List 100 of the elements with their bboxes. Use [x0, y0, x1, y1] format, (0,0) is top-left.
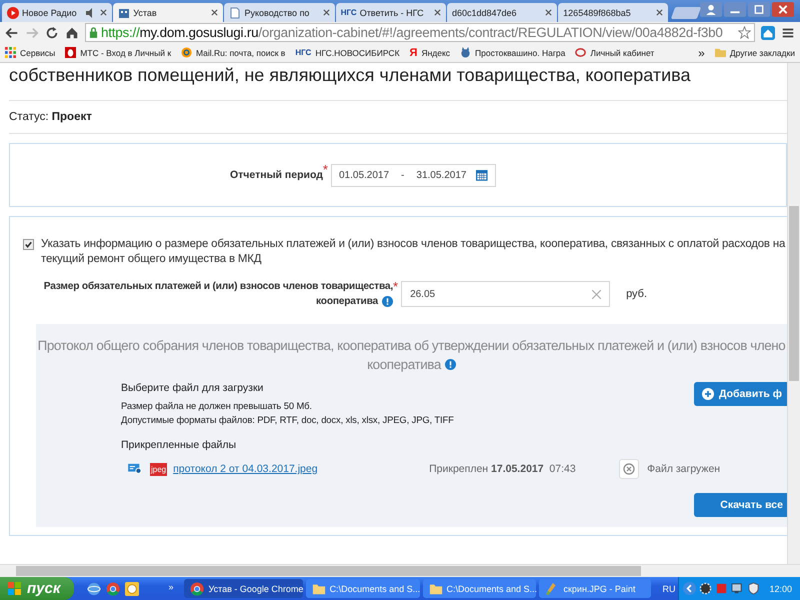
status-label: Статус: [9, 111, 49, 123]
download-all-button[interactable]: Скачать все [694, 493, 787, 517]
more-bookmarks-button[interactable]: » [698, 46, 705, 60]
folder-icon [312, 582, 326, 596]
section-title: кооператива [367, 356, 441, 374]
chrome-icon [190, 582, 204, 596]
taskbar-window[interactable]: C:\Documents and S... [422, 579, 536, 598]
bookmark-label: МТС - Вход в Личный к [80, 48, 172, 58]
vertical-scrollbar[interactable] [787, 63, 800, 564]
taskbar-window[interactable]: C:\Documents and S... [306, 579, 420, 598]
ring-icon [575, 47, 586, 58]
bookmark-label: Сервисы [20, 48, 56, 58]
gear-icon[interactable] [699, 582, 712, 595]
bookmark[interactable]: Сервисы [5, 47, 56, 58]
folder-icon [428, 582, 443, 596]
star-icon[interactable] [738, 26, 751, 39]
close-icon[interactable] [100, 9, 108, 16]
clock-icon[interactable] [125, 582, 140, 596]
shield-icon[interactable] [747, 582, 760, 595]
plus-icon [702, 388, 714, 400]
reload-icon[interactable] [45, 26, 59, 40]
amount-input[interactable]: 26.05 [401, 281, 610, 307]
field-label: Размер обязательных платежей и (или) взносов членов товарищества, [44, 280, 393, 294]
language-indicator[interactable]: RU [662, 584, 676, 594]
add-file-button[interactable]: Добавить ф [694, 382, 787, 406]
tab-title: Руководство по [244, 8, 310, 18]
required-mark: * [393, 279, 398, 294]
browser-tab[interactable]: Устав [113, 3, 224, 22]
info-icon[interactable] [444, 359, 456, 370]
window-title: C:\Documents and S... [446, 584, 538, 594]
attached-files-label: Прикрепленные файлы [120, 439, 238, 451]
monitor-icon[interactable] [731, 582, 744, 595]
file-link[interactable]: протокол 2 от 04.03.2017.jpeg [173, 463, 430, 475]
bookmark[interactable]: МТС - Вход в Личный к [65, 47, 172, 58]
required-mark: * [322, 162, 328, 177]
clock-text: 12:00 [769, 584, 792, 594]
bookmark-folder[interactable]: Другие закладки [714, 47, 795, 58]
browser-tab[interactable]: Руководство по [224, 3, 335, 22]
bookmark-label: Личный кабинет [590, 48, 654, 58]
browser-tab[interactable]: d60c1dd847de6 [446, 3, 558, 22]
chrome-icon[interactable] [106, 582, 120, 596]
bookmark[interactable]: Mail.Ru: почта, поиск в [181, 47, 286, 58]
new-tab-button[interactable] [671, 7, 702, 19]
lock-icon [89, 27, 98, 38]
close-circle-icon [623, 463, 636, 475]
checkbox[interactable] [23, 239, 34, 250]
bookmark[interactable]: Личный кабинет [575, 47, 654, 58]
taskbar-window[interactable]: скрин.JPG - Paint [539, 579, 652, 598]
browser-tab[interactable]: 1265489f868ba5 [558, 3, 668, 22]
upload-status: Файл загружен [647, 463, 720, 475]
horizontal-scrollbar[interactable] [0, 564, 800, 577]
close-icon[interactable] [434, 9, 441, 16]
formats-note: Допустимые форматы файлов: PDF, RTF, doc, docx, xls, xlsx, JPEG, JPG, TIFF [121, 414, 455, 425]
back-arrow-icon[interactable] [5, 26, 19, 40]
close-icon[interactable] [656, 9, 664, 16]
windows-flag-icon [8, 582, 22, 596]
user-icon[interactable] [700, 2, 722, 17]
logo-text: Я [410, 46, 418, 58]
checkbox-label: Указать информацию о размере обязательных платежей и (или) взносов членов товарищества, кооператива, связанных с оплатой расходов на текущий ремонт общего имущества в МКД [41, 237, 786, 267]
attached-date: Прикреплен 17.05.2017 07:43 [429, 463, 577, 475]
globe-icon[interactable] [87, 582, 102, 596]
cat-icon [460, 47, 472, 58]
close-icon[interactable] [211, 9, 218, 16]
maximize-icon[interactable] [748, 2, 770, 17]
minimize-icon[interactable] [724, 2, 746, 17]
close-icon[interactable] [545, 9, 552, 16]
tab-title: d60c1dd847de6 [452, 8, 518, 18]
date-range-field[interactable]: 01.05.2017 - 31.05.2017 [330, 164, 496, 186]
browser-tab[interactable]: НГС Ответить - НГС [336, 3, 446, 22]
info-icon[interactable] [382, 296, 393, 307]
window-title: скрин.JPG - Paint [563, 584, 636, 594]
calendar-icon[interactable] [476, 169, 488, 181]
taskbar-window[interactable]: Устав - Google Chrome [184, 579, 303, 598]
bookmark[interactable]: Простоквашино. Награ [460, 47, 566, 58]
egg-icon [65, 47, 76, 58]
upload-label: Выберите файл для загрузки [121, 382, 264, 394]
more-button[interactable]: » [168, 582, 174, 592]
bookmark-label: Mail.Ru: почта, поиск в [196, 48, 286, 58]
play-icon [7, 6, 19, 18]
jpeg-file-icon: jpeg [150, 462, 168, 476]
chevron-icon[interactable] [683, 582, 696, 595]
tab-title: Ответить - НГС [360, 8, 425, 18]
menu-icon[interactable] [781, 26, 795, 40]
start-button[interactable]: пуск [0, 577, 74, 600]
grid-icon [5, 47, 16, 58]
browser-tab[interactable]: Новое Радио [2, 3, 112, 22]
building-icon [118, 6, 130, 18]
bookmark[interactable]: НГС НГС.НОВОСИБИРСК [295, 48, 400, 58]
address-bar[interactable]: https://my.dom.gosuslugi.ru/organization-cabinet/#!/agreements/contract/REGULATION/view/00a4882d-f3b0 [85, 23, 755, 42]
close-icon[interactable] [772, 2, 794, 17]
tab-title: Новое Радио [22, 8, 78, 18]
close-icon[interactable] [322, 9, 330, 16]
house-icon[interactable] [761, 26, 775, 40]
window-title: Устав - Google Chrome [208, 584, 304, 594]
tab-title: Устав [133, 8, 158, 18]
certificate-icon[interactable] [128, 463, 142, 475]
bookmark-label: Простоквашино. Награ [475, 48, 566, 58]
remove-file-button[interactable] [619, 459, 640, 479]
bookmark[interactable]: Я Яндекс [410, 46, 450, 58]
home-icon[interactable] [65, 26, 79, 40]
